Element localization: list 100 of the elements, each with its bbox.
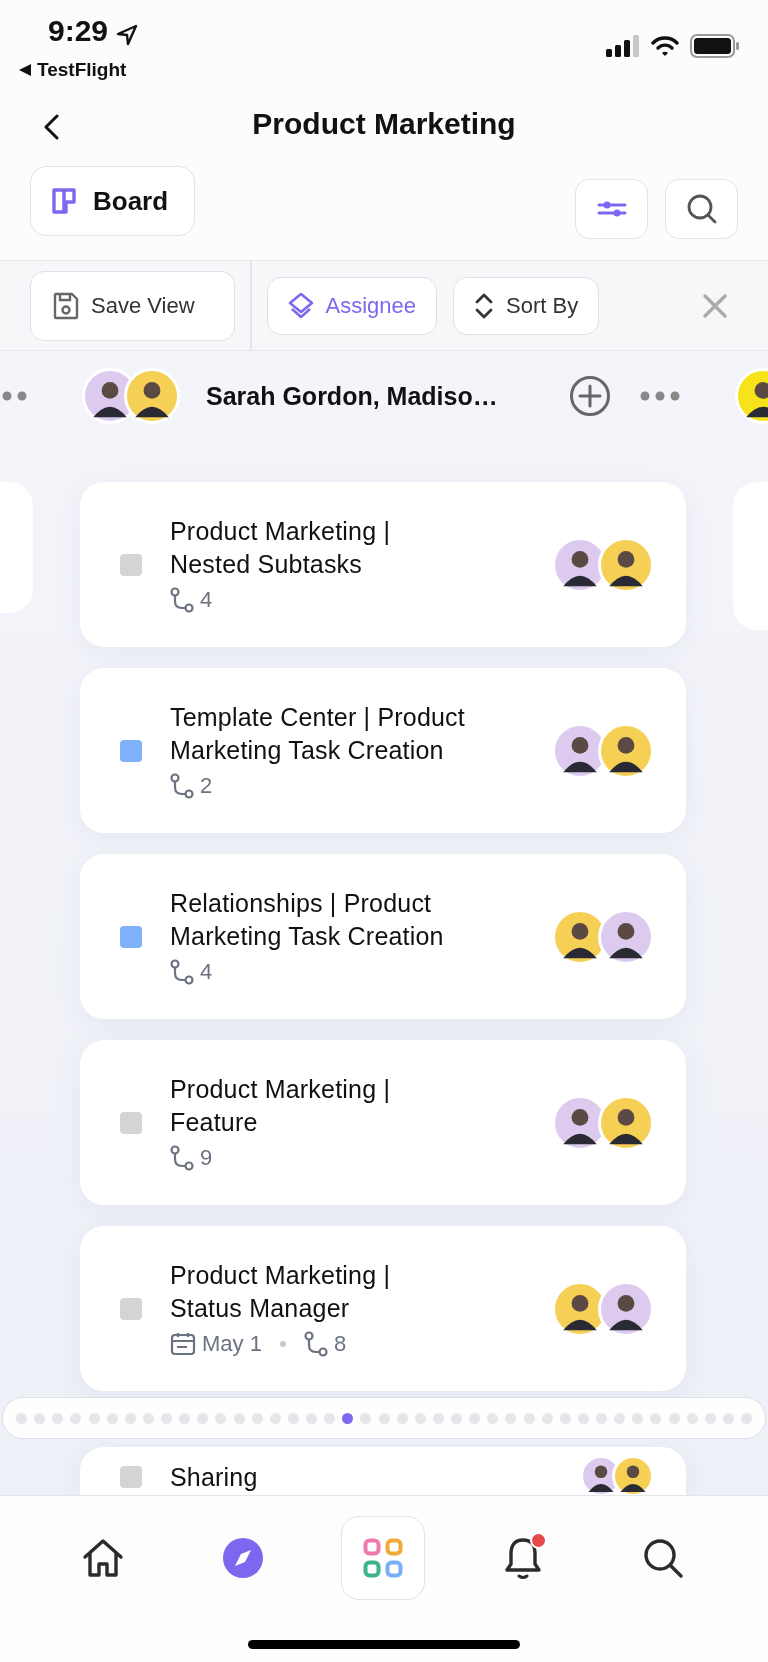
page-dot[interactable]: [269, 1412, 281, 1424]
search-button[interactable]: [665, 179, 738, 239]
filter-button[interactable]: [575, 179, 648, 239]
close-icon[interactable]: [702, 292, 728, 319]
page-dot[interactable]: [469, 1412, 481, 1424]
subtask-icon: [170, 586, 194, 613]
task-title: Product Marketing | Feature: [170, 1073, 392, 1138]
page-dot[interactable]: [505, 1412, 517, 1424]
status-square[interactable]: [120, 1297, 142, 1320]
task-card[interactable]: Product Marketing | Status Manager May 1 8: [80, 1226, 686, 1391]
back-triangle-icon[interactable]: [19, 64, 31, 76]
page-dot[interactable]: [142, 1412, 154, 1424]
subtask-icon: [170, 958, 194, 985]
due-date: May 1: [202, 1329, 262, 1358]
add-circle-icon[interactable]: [569, 375, 611, 417]
page-dot[interactable]: [324, 1412, 336, 1424]
page-dot[interactable]: [342, 1412, 354, 1424]
status-square[interactable]: [120, 1111, 142, 1134]
back-app-link[interactable]: TestFlight: [37, 59, 127, 81]
bell-icon: [503, 1536, 543, 1580]
page-dot[interactable]: [451, 1412, 462, 1424]
status-time: 9:29: [48, 14, 109, 48]
page-dot[interactable]: [414, 1412, 426, 1424]
subtask-count: 4: [200, 957, 213, 986]
page-dot[interactable]: [88, 1412, 100, 1424]
apps-button[interactable]: [341, 1516, 425, 1600]
group-name: Sarah Gordon, Madiso…: [206, 381, 498, 411]
page-dot[interactable]: [396, 1412, 408, 1424]
page-dot[interactable]: [233, 1412, 245, 1424]
status-square[interactable]: [120, 925, 142, 948]
subtask-icon: [170, 772, 194, 799]
page-dot[interactable]: [287, 1412, 299, 1424]
page-dot[interactable]: [378, 1412, 390, 1424]
subtask-count: 4: [200, 585, 213, 614]
page-dot[interactable]: [614, 1412, 626, 1424]
page-dot[interactable]: [360, 1412, 372, 1424]
wifi-icon: [651, 35, 679, 57]
task-card[interactable]: Sharing: [80, 1447, 686, 1495]
back-chevron-icon[interactable]: [42, 114, 60, 140]
page-dot[interactable]: [34, 1412, 46, 1424]
task-card[interactable]: Product Marketing | Feature 9: [80, 1040, 686, 1205]
subtask-count: 8: [333, 1329, 347, 1358]
task-card[interactable]: Relationships | Product Marketing Task Creation 4: [80, 854, 686, 1019]
task-title: Product Marketing | Nested Subtasks: [170, 515, 392, 580]
task-card[interactable]: Product Marketing | Nested Subtasks 4: [80, 482, 686, 647]
page-dot[interactable]: [432, 1412, 444, 1424]
task-title: Sharing: [170, 1462, 259, 1493]
page-dot[interactable]: [197, 1412, 209, 1424]
save-view-button[interactable]: Save View: [30, 270, 235, 341]
notifications-tab[interactable]: [503, 1536, 543, 1580]
page-dot[interactable]: [650, 1412, 662, 1424]
subtask-icon: [170, 1144, 194, 1171]
layers-icon: [287, 291, 314, 320]
page-dot[interactable]: [596, 1412, 607, 1424]
signal-icon: [606, 35, 640, 57]
task-title: Product Marketing | Status Manager: [170, 1259, 392, 1324]
page-dot[interactable]: [70, 1412, 82, 1424]
page-dot[interactable]: [215, 1412, 227, 1424]
search-icon: [642, 1537, 684, 1579]
notification-badge: [530, 1532, 547, 1549]
task-card[interactable]: Template Center | Product Marketing Task Creation 2: [80, 668, 686, 833]
page-dot[interactable]: [106, 1412, 118, 1424]
screen-title: Product Marketing: [252, 107, 516, 141]
page-dot[interactable]: [16, 1412, 27, 1424]
page-dot[interactable]: [686, 1412, 698, 1424]
filter-chip[interactable]: Assignee: [266, 276, 437, 335]
page-dot[interactable]: [487, 1412, 499, 1424]
page-dot[interactable]: [722, 1412, 734, 1424]
page-dot[interactable]: [577, 1412, 589, 1424]
compass-icon: [222, 1537, 264, 1579]
home-tab[interactable]: [81, 1537, 125, 1579]
explore-tab[interactable]: [222, 1537, 264, 1579]
page-dot[interactable]: [179, 1412, 191, 1424]
search-tab[interactable]: [642, 1537, 684, 1579]
subtask-count: 9: [200, 1143, 213, 1172]
status-square[interactable]: [120, 1466, 142, 1488]
page-dot[interactable]: [541, 1412, 553, 1424]
board-view-button[interactable]: Board: [30, 166, 196, 236]
search-icon: [685, 193, 718, 225]
page-dot[interactable]: [523, 1412, 535, 1424]
page-dot[interactable]: [251, 1412, 263, 1424]
page-dot[interactable]: [559, 1412, 571, 1424]
page-dot[interactable]: [306, 1412, 317, 1424]
status-square[interactable]: [120, 739, 142, 762]
subtask-icon: [303, 1330, 328, 1357]
page-dot[interactable]: [668, 1412, 680, 1424]
page-dot[interactable]: [124, 1412, 136, 1424]
more-icon[interactable]: [640, 391, 680, 401]
page-dot[interactable]: [704, 1412, 716, 1424]
battery-icon: [690, 34, 740, 58]
status-square[interactable]: [120, 553, 142, 576]
home-icon: [81, 1537, 125, 1579]
page-dot[interactable]: [161, 1412, 172, 1424]
board-icon: [51, 187, 77, 215]
page-dot[interactable]: [52, 1412, 64, 1424]
page-dot[interactable]: [741, 1412, 752, 1424]
page-dot[interactable]: [632, 1412, 644, 1424]
filter-chip[interactable]: Sort By: [453, 276, 600, 335]
subtask-count: 2: [200, 771, 213, 800]
calendar-icon: [170, 1331, 196, 1356]
